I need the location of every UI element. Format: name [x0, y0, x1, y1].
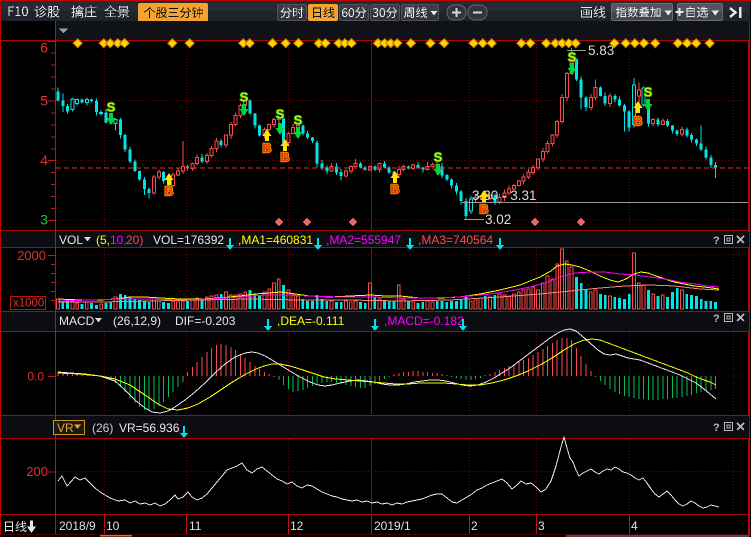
svg-text:S: S: [107, 100, 116, 115]
svg-text:0.0: 0.0: [27, 370, 44, 384]
svg-text:10: 10: [106, 519, 120, 533]
svg-text:?: ?: [713, 235, 720, 247]
svg-text:S: S: [294, 113, 303, 128]
svg-text:VOL=176392: VOL=176392: [153, 233, 224, 247]
svg-text:VOL: VOL: [59, 233, 83, 247]
svg-text:B: B: [633, 114, 642, 129]
svg-text:4: 4: [40, 152, 48, 168]
svg-text:B: B: [280, 150, 289, 165]
svg-text:MACD: MACD: [59, 314, 95, 328]
svg-text:5: 5: [40, 93, 48, 109]
svg-text:S: S: [276, 107, 285, 122]
svg-text:4: 4: [631, 519, 638, 533]
svg-text:VR: VR: [57, 421, 74, 435]
svg-text:B: B: [164, 184, 173, 199]
svg-text:12: 12: [290, 519, 304, 533]
svg-text:200: 200: [26, 464, 48, 479]
svg-text:,MA3=740564: ,MA3=740564: [418, 233, 493, 247]
svg-text:3: 3: [40, 212, 48, 228]
svg-text:DIF=-0.203: DIF=-0.203: [175, 314, 236, 328]
svg-text:11: 11: [189, 519, 202, 533]
svg-text:20): 20): [126, 233, 143, 247]
svg-text:?: ?: [713, 313, 720, 325]
svg-text:3.02: 3.02: [485, 212, 511, 227]
svg-text:S: S: [434, 150, 443, 165]
svg-text:,MACD=-0.182: ,MACD=-0.182: [384, 314, 464, 328]
svg-text:2000: 2000: [17, 248, 46, 263]
svg-text:(26,12,9): (26,12,9): [113, 314, 161, 328]
svg-text:3: 3: [538, 519, 545, 533]
svg-text:,MA1=460831: ,MA1=460831: [238, 233, 313, 247]
svg-text:6: 6: [40, 40, 48, 56]
svg-text:?: ?: [713, 422, 720, 434]
svg-text:2018/9: 2018/9: [59, 519, 96, 533]
svg-text:B: B: [262, 141, 271, 156]
svg-text:S: S: [240, 90, 249, 105]
svg-text:10,: 10,: [110, 233, 127, 247]
svg-text:(26): (26): [92, 421, 113, 435]
svg-text:5.83: 5.83: [588, 43, 614, 58]
svg-text:x1000: x1000: [13, 298, 44, 310]
svg-text:2: 2: [471, 519, 478, 533]
svg-text:S: S: [644, 85, 653, 100]
svg-text:,DEA=-0.111: ,DEA=-0.111: [277, 314, 345, 328]
svg-text:B: B: [390, 182, 399, 197]
svg-text:S: S: [568, 50, 577, 65]
svg-text:VR=56.936: VR=56.936: [119, 421, 180, 435]
svg-text:2019/1: 2019/1: [374, 519, 411, 533]
svg-text:B: B: [479, 202, 488, 217]
svg-text:5,: 5,: [100, 233, 110, 247]
svg-text:,MA2=555947: ,MA2=555947: [326, 233, 401, 247]
